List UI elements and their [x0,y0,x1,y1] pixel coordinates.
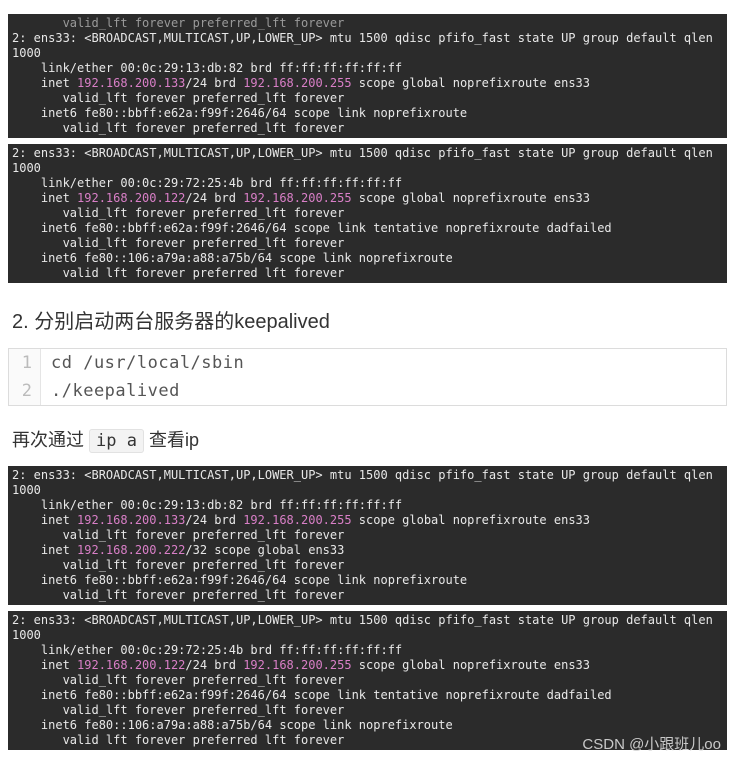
terminal-output-3: 2: ens33: <BROADCAST,MULTICAST,UP,LOWER_… [8,466,727,605]
line: valid_lft forever preferred_lft forever [12,206,344,220]
line: valid lft forever preferred lft forever [12,733,344,747]
line: inet6 fe80::bbff:e62a:f99f:2646/64 scope… [12,573,467,587]
line: 2: ens33: <BROADCAST,MULTICAST,UP,LOWER_… [12,468,720,497]
line: inet6 fe80::106:a79a:a88:a75b/64 scope l… [12,718,453,732]
line: inet6 fe80::bbff:e62a:f99f:2646/64 scope… [12,688,612,702]
line-number: 2 [9,377,41,405]
line-inet: inet 192.168.200.133/24 brd 192.168.200.… [12,76,590,90]
line-number: 1 [9,349,41,377]
line: valid_lft forever preferred_lft forever [12,236,344,250]
line: valid_lft forever preferred_lft forever [12,703,344,717]
line: valid lft forever preferred lft forever [12,266,344,280]
line: link/ether 00:0c:29:72:25:4b brd ff:ff:f… [12,643,402,657]
ip-address: 192.168.200.133 [77,513,185,527]
terminal-output-1: valid_lft forever preferred_lft forever … [8,14,727,138]
line: 2: ens33: <BROADCAST,MULTICAST,UP,LOWER_… [12,31,720,60]
vip-address: 192.168.200.222 [77,543,185,557]
line: 2: ens33: <BROADCAST,MULTICAST,UP,LOWER_… [12,146,720,175]
line: link/ether 00:0c:29:72:25:4b brd ff:ff:f… [12,176,402,190]
broadcast-address: 192.168.200.255 [243,513,351,527]
broadcast-address: 192.168.200.255 [243,191,351,205]
line-inet-vip: inet 192.168.200.222/32 scope global ens… [12,543,344,557]
line: valid_lft forever preferred_lft forever [12,528,344,542]
inline-code: ip a [89,429,144,453]
line: inet6 fe80::106:a79a:a88:a75b/64 scope l… [12,251,453,265]
code-block: 1 cd /usr/local/sbin 2 ./keepalived [8,348,727,406]
ip-address: 192.168.200.122 [77,191,185,205]
broadcast-address: 192.168.200.255 [243,76,351,90]
line: valid_lft forever preferred_lft forever [12,91,344,105]
ip-address: 192.168.200.122 [77,658,185,672]
step-heading: 2. 分别启动两台服务器的keepalived [12,305,723,334]
ip-address: 192.168.200.133 [77,76,185,90]
terminal-output-4: 2: ens33: <BROADCAST,MULTICAST,UP,LOWER_… [8,611,727,750]
line: valid_lft forever preferred_lft forever [12,673,344,687]
code-content: cd /usr/local/sbin [41,349,254,377]
line: valid_lft forever preferred_lft forever [12,588,344,602]
paragraph: 再次通过 ip a 查看ip [12,426,723,452]
terminal-output-2: 2: ens33: <BROADCAST,MULTICAST,UP,LOWER_… [8,144,727,283]
code-row: 1 cd /usr/local/sbin [9,349,726,377]
line-inet: inet 192.168.200.122/24 brd 192.168.200.… [12,658,590,672]
line-inet: inet 192.168.200.122/24 brd 192.168.200.… [12,191,590,205]
code-content: ./keepalived [41,377,190,405]
code-row: 2 ./keepalived [9,377,726,405]
broadcast-address: 192.168.200.255 [243,658,351,672]
line: valid_lft forever preferred_lft forever [12,121,344,135]
line: valid_lft forever preferred_lft forever [12,558,344,572]
line: 2: ens33: <BROADCAST,MULTICAST,UP,LOWER_… [12,613,720,642]
cutoff-line: valid_lft forever preferred_lft forever [12,16,344,30]
line: link/ether 00:0c:29:13:db:82 brd ff:ff:f… [12,61,402,75]
line: inet6 fe80::bbff:e62a:f99f:2646/64 scope… [12,221,612,235]
line: link/ether 00:0c:29:13:db:82 brd ff:ff:f… [12,498,402,512]
line-inet: inet 192.168.200.133/24 brd 192.168.200.… [12,513,590,527]
line: inet6 fe80::bbff:e62a:f99f:2646/64 scope… [12,106,467,120]
